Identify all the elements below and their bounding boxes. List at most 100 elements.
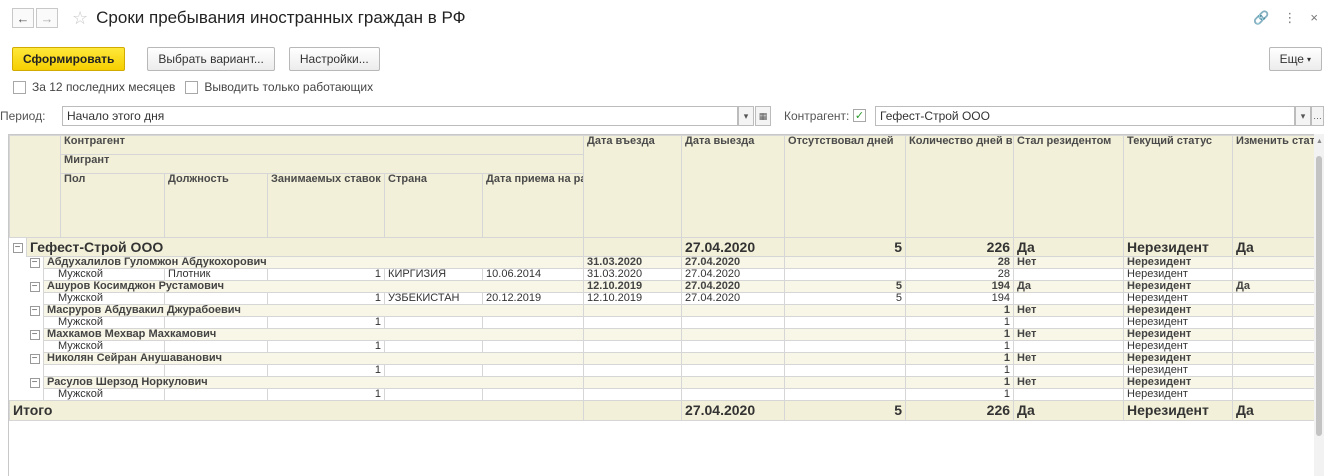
header-counterparty: Контрагент [60,135,585,155]
options-row: За 12 последних месяцев Выводить только … [13,80,373,94]
collapse-toggle-icon[interactable]: − [12,242,23,253]
title-bar: ← → ☆ Сроки пребывания иностранных гражд… [0,0,1324,36]
last-12-months-checkbox[interactable] [13,80,26,94]
cell-position [164,292,269,305]
cell-country [384,316,484,329]
counterparty-input[interactable]: Гефест-Строй ООО [875,106,1295,126]
close-icon[interactable]: × [1310,10,1318,26]
cell-exit [681,340,786,353]
cell-position: Плотник [164,268,269,281]
cell-absent: 5 [784,292,907,305]
arrow-left-icon[interactable]: ← [12,8,34,28]
cell-country [384,388,484,401]
cell-absent [784,364,907,377]
detail-row[interactable]: Мужской 1 УЗБЕКИСТАН 20.12.2019 12.10.2019 27… [10,292,1324,305]
migrant-row[interactable]: − Махкамов Мехвар Махкамович 1 Нет Нерезиден… [10,328,1324,341]
only-working-option[interactable]: Выводить только работающих [185,80,373,94]
last-12-months-option[interactable]: За 12 последних месяцев [13,80,175,94]
counterparty-label: Контрагент: [784,109,850,123]
cell-days: 1 [905,340,1015,353]
cell-hire-date: 10.06.2014 [482,268,585,281]
detail-row[interactable]: Мужской Плотник 1 КИРГИЗИЯ 10.06.2014 31.03.2… [10,268,1324,281]
generate-button[interactable]: Сформировать [12,47,126,71]
cell-hire-date [482,388,585,401]
counterparty-select-button[interactable]: … [1311,106,1324,126]
scroll-thumb[interactable] [1316,156,1322,436]
vertical-scrollbar[interactable]: ▲ [1314,134,1324,476]
cell-absent [784,304,907,317]
migrant-row[interactable]: − Ашуров Косимджон Рустамович 12.10.2019 27… [10,280,1324,293]
migrant-row[interactable]: − Николян Сейран Анушаванович 1 Нет Нерезиде… [10,352,1324,365]
cell-change [1232,388,1324,401]
cell-days: 1 [905,376,1015,389]
collapse-toggle-icon[interactable]: − [29,354,40,364]
detail-row[interactable]: Мужской 1 1 Нерезидент [10,316,1324,329]
cell-status: Нерезидент [1123,292,1234,305]
collapse-toggle-icon[interactable]: − [29,306,40,316]
cell-change [1232,268,1324,281]
migrant-row[interactable]: − Масруров Абдувакил Джурабоевич 1 Нет Нерез… [10,304,1324,317]
cell-resident: Нет [1013,256,1125,269]
collapse-toggle-icon[interactable]: − [29,378,40,388]
header-country: Страна [384,173,484,238]
cell-days: 226 [905,400,1015,421]
cell-exit [681,376,786,389]
detail-row[interactable]: Мужской 1 1 Нерезидент [10,388,1324,401]
cell-country [384,364,484,377]
period-dropdown-icon[interactable]: ▾ [738,106,754,126]
settings-button[interactable]: Настройки... [288,47,380,71]
header-gender: Пол [60,173,166,238]
arrow-right-icon[interactable]: → [36,8,58,28]
header-absent: Отсутствовал дней [784,135,907,238]
calendar-icon[interactable]: ▦ [755,106,771,126]
cell-entry [583,364,683,377]
cell-entry [583,316,683,329]
cell-status: Нерезидент [1123,376,1234,389]
cell-absent: 5 [784,280,907,293]
period-input[interactable]: Начало этого дня [62,106,738,126]
detail-row[interactable]: Мужской 1 1 Нерезидент [10,340,1324,353]
migrant-name: Абдухалилов Гуломжон Абдукохорович [42,256,585,269]
cell-exit: 27.04.2020 [681,268,786,281]
table-header: Контрагент Дата въезда Дата выезда Отсутств… [9,135,1324,238]
detail-row[interactable]: 1 1 Нерезидент [10,364,1324,377]
cell-resident [1013,388,1125,401]
scroll-up-icon[interactable]: ▲ [1316,138,1323,145]
collapse-toggle-icon[interactable]: − [29,330,40,340]
cell-gender: Мужской [42,388,166,401]
cell-days: 194 [905,292,1015,305]
migrant-row[interactable]: − Абдухалилов Гуломжон Абдукохорович 31.03… [10,256,1324,269]
star-icon[interactable]: ☆ [72,8,88,29]
more-label: Еще [1279,52,1304,66]
cell-days: 1 [905,328,1015,341]
page-title: Сроки пребывания иностранных граждан в Р… [96,8,466,27]
collapse-toggle-icon[interactable]: − [29,282,40,292]
header-change: Изменить статус [1232,135,1324,238]
header-hire-date: Дата приема на работу [482,173,585,238]
migrant-row[interactable]: − Расулов Шерзод Норкулович 1 Нет Нерезидент [10,376,1324,389]
collapse-toggle-icon[interactable]: − [29,258,40,269]
select-variant-button[interactable]: Выбрать вариант... [147,47,275,71]
more-vert-icon[interactable]: ⋮ [1283,10,1296,26]
cell-absent: 5 [784,237,907,257]
cell-entry [583,352,683,365]
cell-rates: 1 [267,364,386,377]
counterparty-row[interactable]: − Гефест-Строй ООО 27.04.2020 5 226 Да Нерезид… [10,237,1324,257]
cell-change [1232,316,1324,329]
cell-change: Да [1232,237,1324,257]
toolbar: Сформировать Выбрать вариант... Настройк… [12,47,380,71]
counterparty-dropdown-icon[interactable]: ▾ [1295,106,1311,126]
cell-rates: 1 [267,340,386,353]
header-gutter [9,135,62,238]
filters-row: Период: Начало этого дня ▾ ▦ Контрагент:… [0,106,1324,126]
link-icon[interactable]: 🔗 [1253,10,1269,26]
cell-change: Да [1232,400,1324,421]
cell-absent [784,316,907,329]
cell-status: Нерезидент [1123,237,1234,257]
cell-exit [681,388,786,401]
counterparty-checkbox[interactable]: ✓ [853,109,866,122]
only-working-checkbox[interactable] [185,80,199,94]
more-button[interactable]: Еще ▾ [1268,47,1322,71]
cell-absent: 5 [784,400,907,421]
cell-position [164,316,269,329]
